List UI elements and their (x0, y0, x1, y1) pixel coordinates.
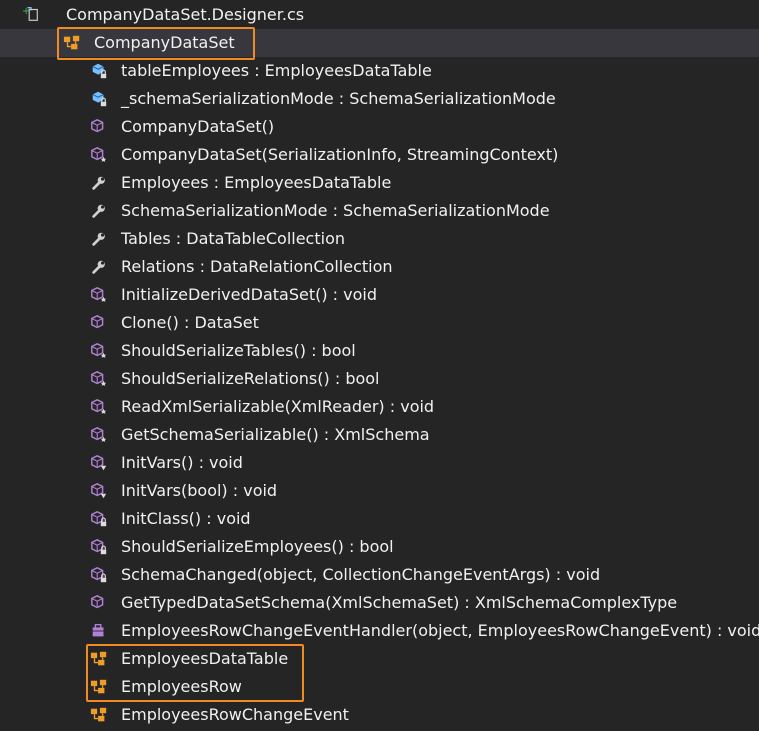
property-icon (92, 204, 105, 218)
member-item[interactable]: _schemaSerializationMode : SchemaSeriali… (0, 85, 759, 113)
member-item[interactable]: ReadXmlSerializable(XmlReader) : void (0, 393, 759, 421)
nested-class-label: EmployeesRowChangeEvent (121, 705, 349, 724)
member-label: Relations : DataRelationCollection (121, 257, 393, 276)
member-item[interactable]: ShouldSerializeEmployees() : bool (0, 533, 759, 561)
member-label: _schemaSerializationMode : SchemaSeriali… (121, 89, 556, 108)
file-node[interactable]: + CompanyDataSet.Designer.cs (0, 1, 759, 29)
method-protected-icon (91, 342, 107, 358)
member-label: ShouldSerializeTables() : bool (121, 341, 356, 360)
member-item[interactable]: GetSchemaSerializable() : XmlSchema (0, 421, 759, 449)
member-item[interactable]: ShouldSerializeTables() : bool (0, 337, 759, 365)
highlight-box-nested (86, 644, 304, 702)
method-internal-icon (91, 454, 107, 471)
member-label: InitVars() : void (121, 453, 243, 472)
member-label: tableEmployees : EmployeesDataTable (121, 61, 432, 80)
field-private-icon (92, 91, 107, 107)
member-label: InitializeDerivedDataSet() : void (121, 285, 377, 304)
method-protected-icon (91, 398, 107, 414)
method-private-icon (91, 510, 107, 527)
member-item[interactable]: InitVars() : void (0, 449, 759, 477)
member-item[interactable]: InitClass() : void (0, 505, 759, 533)
method-internal-icon (91, 482, 107, 499)
method-protected-icon (91, 286, 107, 302)
member-label: SchemaSerializationMode : SchemaSerializ… (121, 201, 550, 220)
member-item[interactable]: Employees : EmployeesDataTable (0, 169, 759, 197)
file-name: CompanyDataSet.Designer.cs (66, 5, 305, 24)
member-item[interactable]: CompanyDataSet() (0, 113, 759, 141)
property-icon (92, 260, 105, 274)
member-item[interactable]: InitializeDerivedDataSet() : void (0, 281, 759, 309)
member-item[interactable]: Relations : DataRelationCollection (0, 253, 759, 281)
method-icon (91, 314, 104, 329)
member-item[interactable]: SchemaSerializationMode : SchemaSerializ… (0, 197, 759, 225)
member-label: InitClass() : void (121, 509, 251, 528)
highlight-box-class (57, 27, 255, 60)
member-label: Tables : DataTableCollection (121, 229, 345, 248)
member-item[interactable]: InitVars(bool) : void (0, 477, 759, 505)
property-icon (92, 232, 105, 246)
member-label: GetTypedDataSetSchema(XmlSchemaSet) : Xm… (121, 593, 678, 612)
member-label: ReadXmlSerializable(XmlReader) : void (121, 397, 435, 416)
member-label: ShouldSerializeRelations() : bool (121, 369, 380, 388)
method-icon (91, 118, 104, 133)
method-protected-icon (91, 370, 107, 386)
field-private-icon (92, 63, 107, 79)
property-icon (92, 176, 105, 190)
member-item[interactable]: CompanyDataSet(SerializationInfo, Stream… (0, 141, 759, 169)
member-item[interactable]: Clone() : DataSet (0, 309, 759, 337)
member-label: GetSchemaSerializable() : XmlSchema (121, 425, 430, 444)
delegate-icon (92, 624, 104, 637)
class-icon (90, 707, 107, 722)
nested-class-item[interactable]: EmployeesRowChangeEvent (0, 701, 759, 729)
member-label: CompanyDataSet(SerializationInfo, Stream… (121, 145, 559, 164)
method-private-icon (91, 538, 107, 555)
method-icon (91, 594, 104, 609)
method-private-icon (91, 566, 107, 583)
member-item[interactable]: ShouldSerializeRelations() : bool (0, 365, 759, 393)
member-label: ShouldSerializeEmployees() : bool (121, 537, 394, 556)
member-label: CompanyDataSet() (121, 117, 275, 136)
member-label: Clone() : DataSet (121, 313, 259, 332)
member-label: EmployeesRowChangeEventHandler(object, E… (121, 621, 759, 640)
member-item[interactable]: tableEmployees : EmployeesDataTable (0, 57, 759, 85)
method-protected-icon (91, 426, 107, 442)
member-item[interactable]: GetTypedDataSetSchema(XmlSchemaSet) : Xm… (0, 589, 759, 617)
member-item[interactable]: EmployeesRowChangeEventHandler(object, E… (0, 617, 759, 645)
member-item[interactable]: SchemaChanged(object, CollectionChangeEv… (0, 561, 759, 589)
member-item[interactable]: Tables : DataTableCollection (0, 225, 759, 253)
member-label: SchemaChanged(object, CollectionChangeEv… (121, 565, 601, 584)
member-label: Employees : EmployeesDataTable (121, 173, 392, 192)
member-label: InitVars(bool) : void (121, 481, 278, 500)
cs-file-icon: + (22, 6, 38, 21)
method-protected-icon (91, 146, 107, 162)
